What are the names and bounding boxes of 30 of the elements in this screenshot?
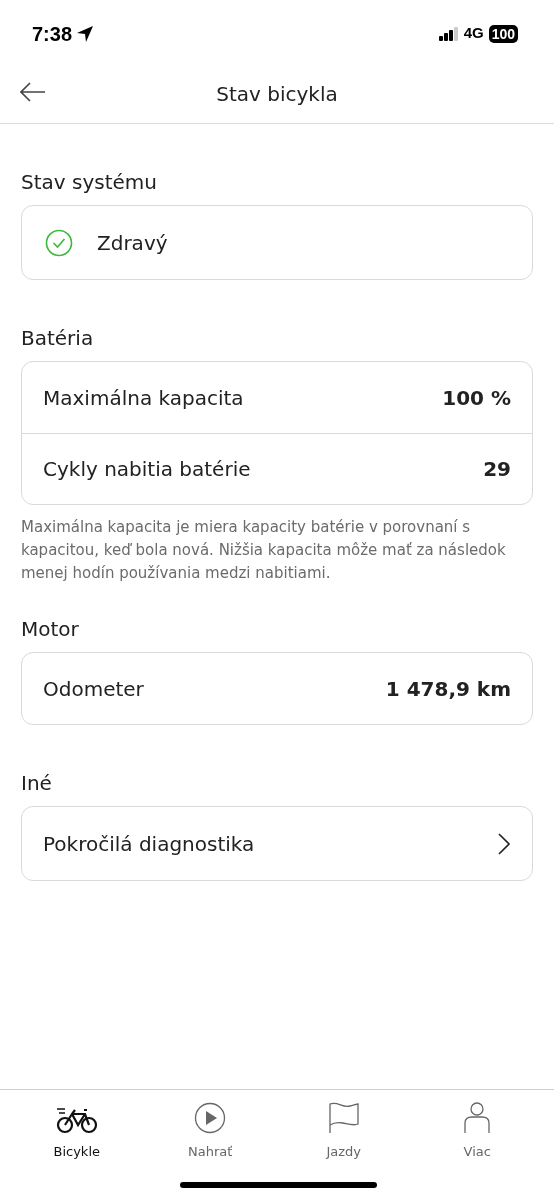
tab-item[interactable]: Bicykle (26, 1100, 127, 1200)
diagnostics-link[interactable]: Pokročilá diagnostika (21, 806, 533, 881)
section-title: Stav systému (21, 170, 158, 194)
tab-item[interactable]: Jazdy (293, 1100, 394, 1200)
section-title: Motor (21, 617, 80, 641)
flag-icon (327, 1102, 360, 1134)
battery-level: 100 (488, 24, 518, 43)
row-label: Maximálna kapacita (43, 384, 244, 412)
tab-item[interactable]: Nahrať (160, 1100, 261, 1200)
row-label: Cykly nabitia batérie (43, 456, 251, 483)
signal-icon (438, 26, 459, 41)
location-arrow-icon (76, 24, 95, 43)
back-button[interactable] (20, 82, 46, 102)
person-icon (464, 1102, 491, 1134)
row-value: 1 478,9 km (385, 675, 511, 703)
play-icon (194, 1102, 227, 1134)
chevron-right-icon (497, 831, 511, 856)
row-value: 29 (483, 456, 511, 483)
row-value: 100 % (442, 384, 511, 412)
section-title: Batéria (21, 326, 95, 350)
back-arrow-icon (20, 82, 46, 102)
network-label: 4G (463, 23, 484, 44)
row-label: Odometer (43, 675, 144, 703)
note-text: Maximálna kapacita je miera kapacity batérie v porovnaní s kapacitou, keď bola nová. Nižšia kapacita môže mať za následok menej hodín používania medzi nabitiami. (21, 517, 507, 584)
clock-time: 7:38 (32, 21, 73, 47)
page-title: Stav bicykla (216, 81, 338, 108)
tab-item[interactable]: Viac (427, 1100, 528, 1200)
section-title: Iné (21, 771, 53, 795)
status-text: Zdravý (97, 229, 168, 257)
bicycle-icon (54, 1106, 99, 1134)
